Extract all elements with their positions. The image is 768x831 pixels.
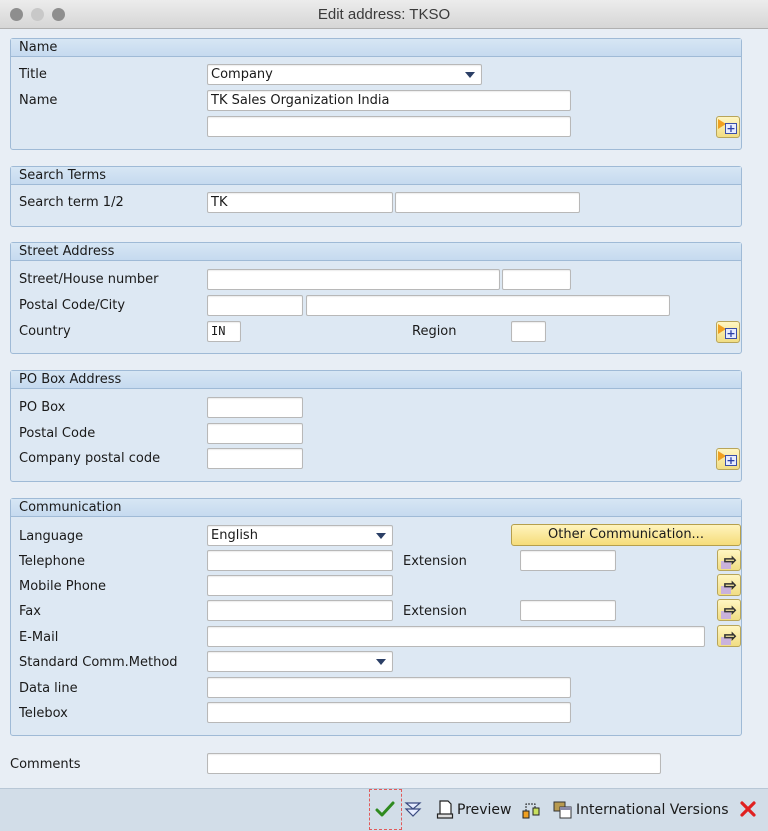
fax-extension-label: Extension [403,604,467,619]
company-postal-code-input[interactable] [207,448,303,469]
city-input[interactable] [306,295,670,316]
street-label: Street/House number [19,272,159,287]
title-label: Title [19,67,47,82]
group-header: Street Address [11,243,741,261]
preview-button[interactable]: Preview [436,800,512,820]
comments-input[interactable] [207,753,661,774]
standard-comm-method-label: Standard Comm.Method [19,655,178,670]
language-select-value: English [211,528,258,543]
arrow-right-icon: ⇨ [724,627,737,646]
search-term-1-input[interactable]: TK [207,192,393,213]
language-select[interactable]: English [207,525,393,546]
group-header: PO Box Address [11,371,741,389]
standard-comm-method-select[interactable] [207,651,393,672]
name2-input[interactable] [207,116,571,137]
focus-indicator [369,789,402,830]
telephone-label: Telephone [19,554,86,569]
group-header: Communication [11,499,741,517]
fax-more-button[interactable]: ⇨ [717,599,741,621]
name-input[interactable]: TK Sales Organization India [207,90,571,111]
chevron-down-icon [465,72,475,78]
preview-label: Preview [457,802,512,818]
po-postal-code-label: Postal Code [19,426,96,441]
international-versions-button[interactable]: International Versions [553,800,729,820]
arrow-right-icon: ⇨ [724,601,737,620]
filter-check-icon [404,802,422,817]
mobile-phone-label: Mobile Phone [19,579,107,594]
telephone-extension-label: Extension [403,554,467,569]
email-input[interactable] [207,626,705,647]
telephone-more-button[interactable]: ⇨ [717,549,741,571]
comments-label: Comments [10,757,81,772]
region-input[interactable] [511,321,546,342]
title-select-value: Company [211,67,273,82]
search-terms-group: Search Terms Search term 1/2 TK [10,166,742,227]
country-label: Country [19,324,71,339]
telephone-extension-input[interactable] [520,550,616,571]
country-input[interactable]: IN [207,321,241,342]
telephone-input[interactable] [207,550,393,571]
chevron-down-icon [376,533,386,539]
window-titlebar: Edit address: TKSO [0,0,768,29]
mobile-phone-more-button[interactable]: ⇨ [717,574,741,596]
postal-city-label: Postal Code/City [19,298,126,313]
more-fields-button[interactable]: + [716,321,740,343]
telebox-input[interactable] [207,702,571,723]
arrow-right-icon: ⇨ [724,551,737,570]
po-box-input[interactable] [207,397,303,418]
house-number-input[interactable] [502,269,571,290]
mobile-phone-input[interactable] [207,575,393,596]
fax-label: Fax [19,604,41,619]
po-box-group: PO Box Address PO Box Postal Code Compan… [10,370,742,482]
company-postal-code-label: Company postal code [19,451,161,466]
telebox-label: Telebox [19,706,68,721]
group-header: Search Terms [11,167,741,185]
more-fields-button[interactable]: + [716,448,740,470]
cancel-button[interactable] [740,800,759,818]
structure-button[interactable] [521,800,544,820]
other-communication-button[interactable]: Other Communication... [511,524,741,546]
check-entries-button[interactable] [404,800,425,818]
international-versions-icon [553,801,572,819]
print-preview-icon [436,800,454,819]
hierarchy-icon [522,803,540,819]
data-line-input[interactable] [207,677,571,698]
street-input[interactable] [207,269,500,290]
po-box-label: PO Box [19,400,66,415]
language-label: Language [19,529,84,544]
title-select[interactable]: Company [207,64,482,85]
international-versions-label: International Versions [576,802,729,818]
street-address-group: Street Address Street/House number Posta… [10,242,742,354]
email-more-button[interactable]: ⇨ [717,625,741,647]
region-label: Region [412,324,457,339]
group-header: Name [11,39,741,57]
email-label: E-Mail [19,630,59,645]
name-label: Name [19,93,58,108]
name-group: Name Title Company Name TK Sales Organiz… [10,38,742,150]
search-term-2-input[interactable] [395,192,580,213]
arrow-right-icon: ⇨ [724,576,737,595]
postal-code-input[interactable] [207,295,303,316]
close-icon [740,801,756,817]
search-term-label: Search term 1/2 [19,195,124,210]
po-postal-code-input[interactable] [207,423,303,444]
communication-group: Communication Language English Other Com… [10,498,742,736]
window-title: Edit address: TKSO [317,6,451,23]
chevron-down-icon [376,659,386,665]
more-fields-button[interactable]: + [716,116,740,138]
fax-input[interactable] [207,600,393,621]
fax-extension-input[interactable] [520,600,616,621]
data-line-label: Data line [19,681,78,696]
